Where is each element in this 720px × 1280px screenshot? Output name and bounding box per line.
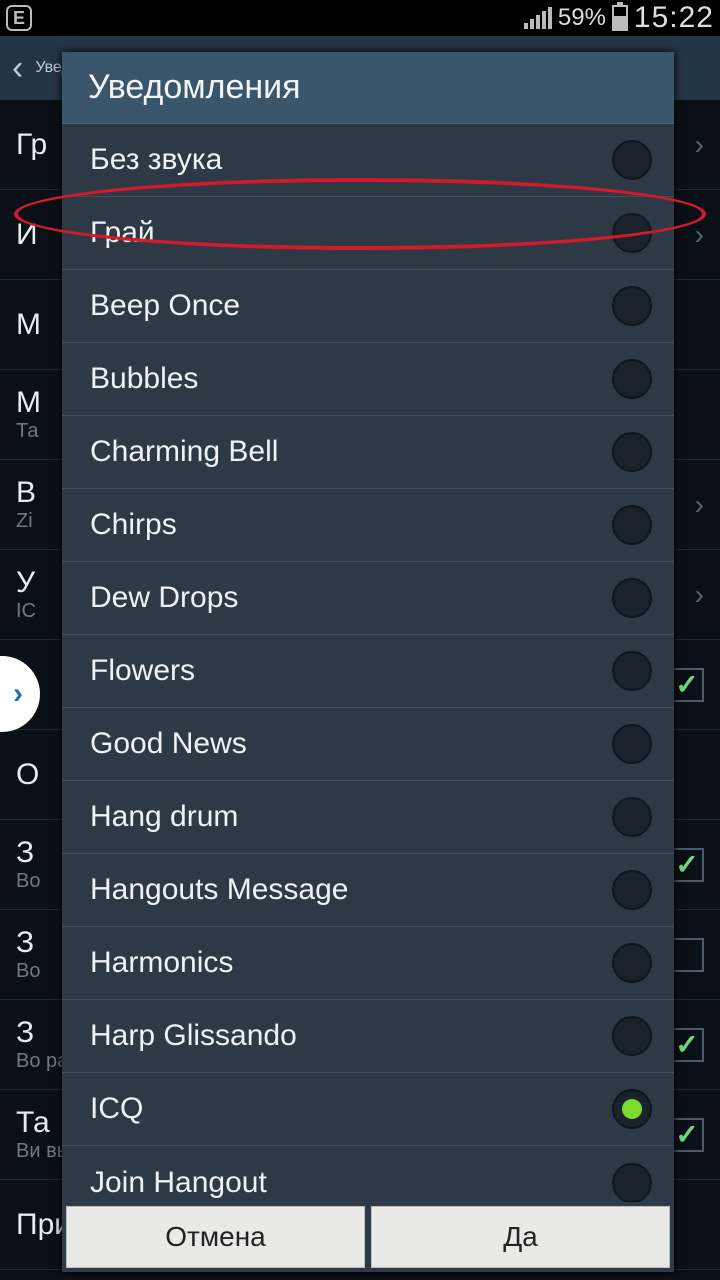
radio-button[interactable]	[612, 943, 652, 983]
ringtone-option[interactable]: Bubbles	[62, 343, 674, 416]
eset-icon: E	[6, 5, 32, 31]
ringtone-label: Dew Drops	[90, 581, 238, 615]
ringtone-option[interactable]: Chirps	[62, 489, 674, 562]
bg-row-title: И	[16, 218, 38, 251]
ringtone-option[interactable]: Грай	[62, 197, 674, 270]
chevron-right-icon: ›	[695, 129, 704, 161]
ringtone-option[interactable]: Harp Glissando	[62, 1000, 674, 1073]
checkbox-checked[interactable]	[670, 1028, 704, 1062]
signal-icon	[524, 7, 552, 29]
radio-button[interactable]	[612, 870, 652, 910]
radio-button[interactable]	[612, 432, 652, 472]
ringtone-label: Без звука	[90, 143, 222, 177]
bg-row-title: М	[16, 386, 41, 419]
ringtone-dialog: Уведомления Без звука Грай Beep Once Bubble…	[62, 52, 674, 1272]
bg-row-title: З	[16, 836, 34, 869]
status-bar: E 59% 15:22	[0, 0, 720, 36]
bg-row-title: З	[16, 926, 34, 959]
radio-button[interactable]	[612, 213, 652, 253]
radio-button[interactable]	[612, 505, 652, 545]
ringtone-label: Harmonics	[90, 946, 233, 980]
radio-button[interactable]	[612, 651, 652, 691]
ringtone-label: Грай	[90, 216, 155, 250]
ringtone-label: Join Hangout	[90, 1166, 267, 1200]
ringtone-label: Hang drum	[90, 800, 238, 834]
ringtone-option[interactable]: ICQ	[62, 1073, 674, 1146]
radio-button[interactable]	[612, 797, 652, 837]
bg-row-title: В	[16, 476, 36, 509]
ringtone-option[interactable]: Flowers	[62, 635, 674, 708]
checkbox-unchecked[interactable]	[670, 938, 704, 972]
ringtone-option[interactable]: Без звука	[62, 124, 674, 197]
ringtone-option[interactable]: Harmonics	[62, 927, 674, 1000]
ringtone-label: Harp Glissando	[90, 1019, 297, 1053]
radio-button[interactable]	[612, 140, 652, 180]
radio-button[interactable]	[612, 286, 652, 326]
ringtone-label: Good News	[90, 727, 247, 761]
bg-row-sub: Та	[16, 420, 41, 443]
ringtone-option[interactable]: Good News	[62, 708, 674, 781]
bg-row-sub: IC	[16, 600, 36, 623]
checkbox-checked[interactable]	[670, 668, 704, 702]
ringtone-list[interactable]: Без звука Грай Beep Once Bubbles Charming Be…	[62, 124, 674, 1202]
bg-row-title: З	[16, 1016, 34, 1049]
ringtone-label: Chirps	[90, 508, 177, 542]
ok-button[interactable]: Да	[371, 1206, 670, 1268]
bg-row-title: Гр	[16, 128, 47, 161]
radio-button[interactable]	[612, 1089, 652, 1129]
ringtone-label: Hangouts Message	[90, 873, 349, 907]
bg-row-sub: Во ра	[16, 1050, 68, 1073]
ringtone-label: Charming Bell	[90, 435, 278, 469]
ringtone-option[interactable]: Hangouts Message	[62, 854, 674, 927]
bg-row-title: У	[16, 566, 35, 599]
bg-row-sub: Во	[16, 960, 40, 983]
bg-row-title: Та	[16, 1106, 50, 1139]
ringtone-label: Bubbles	[90, 362, 198, 396]
chevron-right-icon: ›	[695, 219, 704, 251]
radio-button[interactable]	[612, 1016, 652, 1056]
chevron-right-icon: ›	[695, 489, 704, 521]
radio-button[interactable]	[612, 1163, 652, 1203]
cancel-button[interactable]: Отмена	[66, 1206, 365, 1268]
checkbox-checked[interactable]	[670, 1118, 704, 1152]
ringtone-option[interactable]: Hang drum	[62, 781, 674, 854]
checkbox-checked[interactable]	[670, 848, 704, 882]
ringtone-option[interactable]: Beep Once	[62, 270, 674, 343]
radio-button[interactable]	[612, 359, 652, 399]
bg-row-title: О	[16, 758, 39, 791]
battery-percent: 59%	[558, 4, 606, 32]
bg-row-title: М	[16, 308, 41, 341]
dialog-button-bar: Отмена Да	[62, 1202, 674, 1272]
radio-button[interactable]	[612, 724, 652, 764]
radio-button[interactable]	[612, 578, 652, 618]
ringtone-option[interactable]: Join Hangout	[62, 1146, 674, 1202]
ringtone-option[interactable]: Dew Drops	[62, 562, 674, 635]
bg-row-sub: Zi	[16, 510, 36, 533]
bg-row-sub: Во	[16, 870, 40, 893]
clock: 15:22	[634, 1, 714, 35]
battery-icon	[612, 5, 628, 31]
ringtone-label: Flowers	[90, 654, 195, 688]
ringtone-label: Beep Once	[90, 289, 240, 323]
ringtone-label: ICQ	[90, 1092, 143, 1126]
back-icon[interactable]: ‹	[12, 49, 23, 88]
chevron-right-icon: ›	[695, 579, 704, 611]
ringtone-option[interactable]: Charming Bell	[62, 416, 674, 489]
dialog-title: Уведомления	[62, 52, 674, 124]
